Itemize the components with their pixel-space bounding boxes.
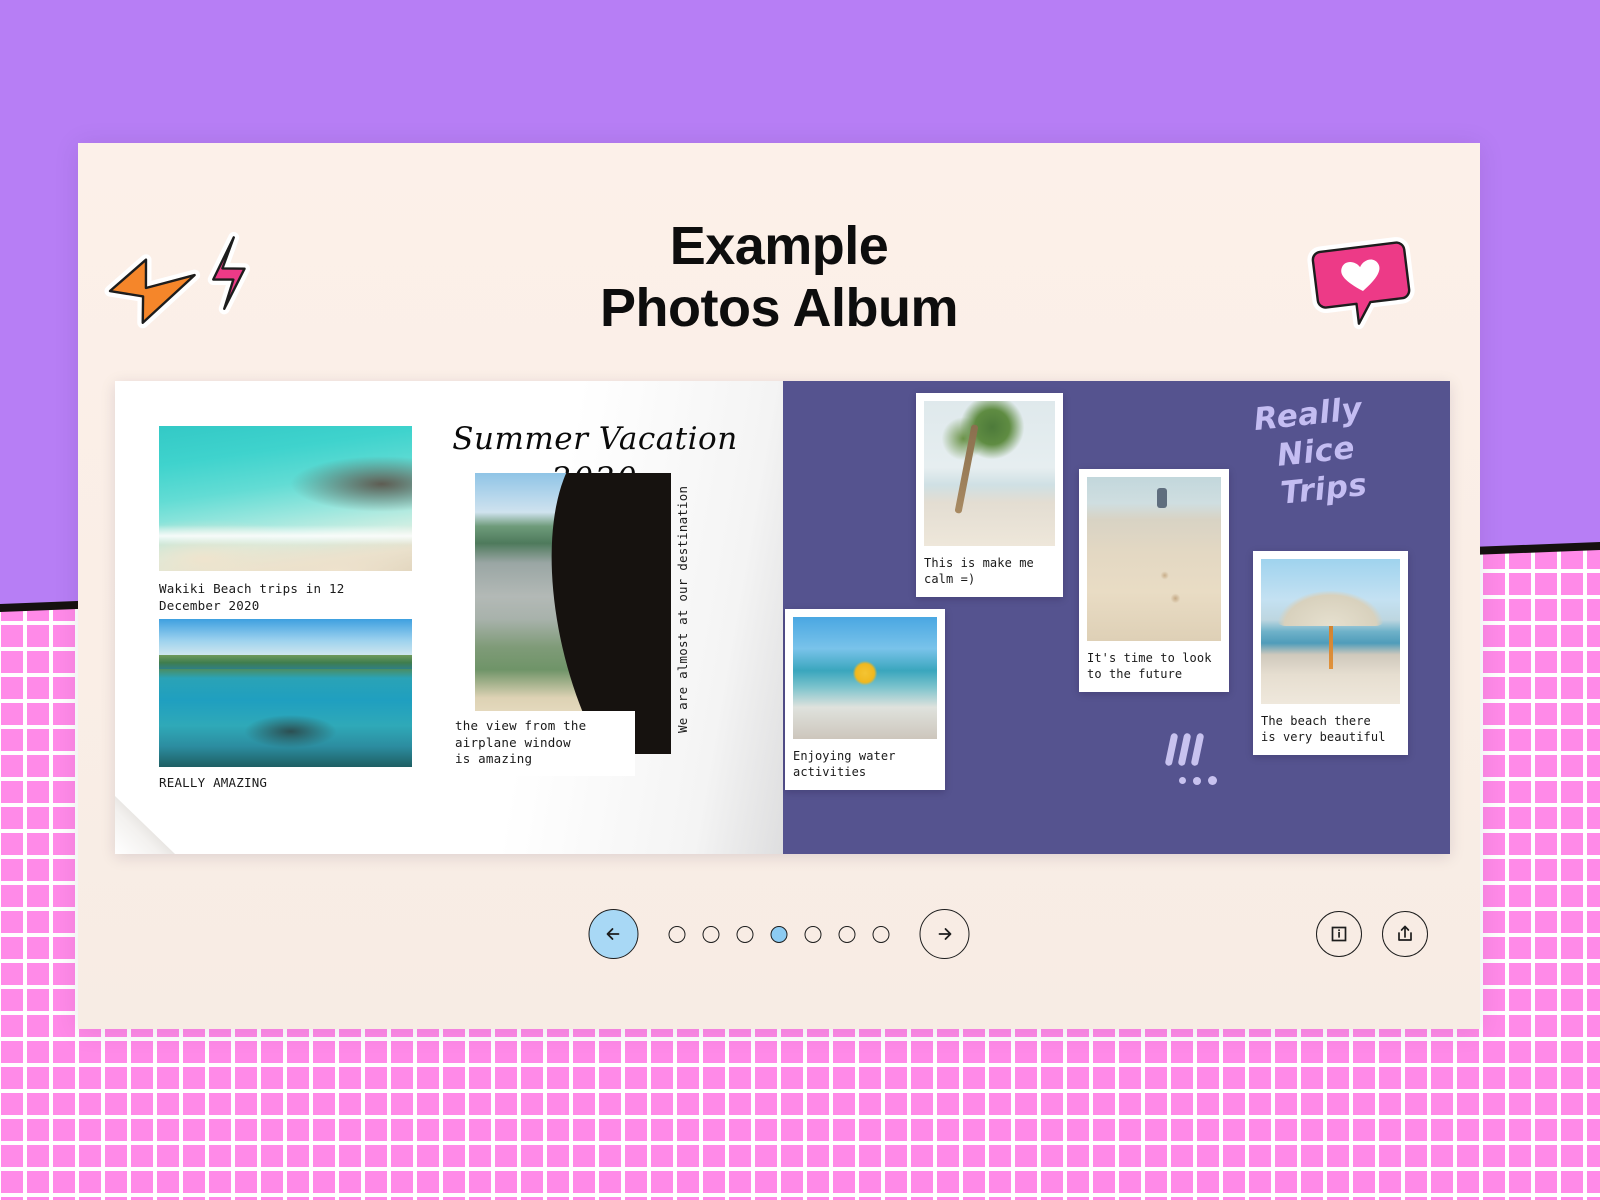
slide-dots: [668, 925, 890, 943]
three-slanted-bars-decoration: [1164, 732, 1210, 767]
utility-buttons: [1316, 909, 1428, 957]
slide-dot-3[interactable]: [736, 925, 754, 943]
heading-line-1: Summer Vacation: [452, 421, 738, 457]
album-page-left: Wakiki Beach trips in 12 December 2020 R…: [115, 381, 783, 854]
photo-waikiki-aerial-beach: [159, 426, 412, 571]
vertical-caption-destination: We are almost at our destination: [675, 485, 690, 733]
share-icon: [1398, 925, 1412, 941]
info-button[interactable]: [1316, 911, 1362, 957]
bottom-toolbar: [78, 909, 1480, 965]
caption-beach-footprints: It's time to look to the future: [1087, 651, 1212, 681]
slide-dot-1[interactable]: [668, 925, 686, 943]
caption-airplane-window: the view from the airplane window is ama…: [445, 711, 635, 776]
slide-dot-4[interactable]: [770, 925, 788, 943]
album-page-right: This is make me calm =) It's time to loo…: [783, 381, 1450, 854]
photo-beach-umbrella: [1261, 559, 1400, 704]
polaroid-beach-umbrella: The beach there is very beautiful: [1253, 551, 1408, 755]
polaroid-palm-tree-swing: This is make me calm =): [916, 393, 1063, 597]
presentation-card: Example Photos Album Wakiki Beach trips …: [78, 143, 1480, 1029]
next-slide-button[interactable]: [919, 909, 970, 959]
caption-child-water-floaties: Enjoying water activities: [793, 749, 896, 779]
screen-root: Example Photos Album Wakiki Beach trips …: [0, 0, 1600, 1200]
arrow-right-icon: [938, 928, 952, 940]
slide-dot-7[interactable]: [872, 925, 890, 943]
info-icon: [1331, 926, 1347, 942]
album-spread[interactable]: Wakiki Beach trips in 12 December 2020 R…: [115, 381, 1450, 854]
arrow-left-icon: [606, 928, 620, 940]
carousel-navigation: [588, 909, 970, 959]
slide-dot-5[interactable]: [804, 925, 822, 943]
polaroid-beach-footprints: It's time to look to the future: [1079, 469, 1229, 692]
page-curl-corner: [115, 796, 175, 854]
caption-palm-tree-swing: This is make me calm =): [924, 556, 1034, 586]
photo-turtle-lagoon: [159, 619, 412, 767]
title-line-2: Photos Album: [600, 278, 958, 338]
photo-palm-tree-swing: [924, 401, 1055, 546]
share-button[interactable]: [1382, 911, 1428, 957]
page-title: Example Photos Album: [78, 215, 1480, 339]
three-dots-decoration: [1179, 776, 1217, 785]
photo-beach-footprints: [1087, 477, 1221, 641]
photo-child-water-floaties: [793, 617, 937, 739]
caption-waikiki: Wakiki Beach trips in 12 December 2020: [159, 581, 345, 613]
title-line-1: Example: [669, 216, 889, 276]
caption-beach-umbrella: The beach there is very beautiful: [1261, 714, 1386, 744]
handwritten-really-nice-trips: Really Nice Trips: [1239, 388, 1390, 516]
slide-dot-2[interactable]: [702, 925, 720, 943]
polaroid-child-water-floaties: Enjoying water activities: [785, 609, 945, 790]
slide-dot-6[interactable]: [838, 925, 856, 943]
prev-slide-button[interactable]: [588, 909, 639, 959]
caption-really-amazing: REALLY AMAZING: [159, 775, 268, 790]
